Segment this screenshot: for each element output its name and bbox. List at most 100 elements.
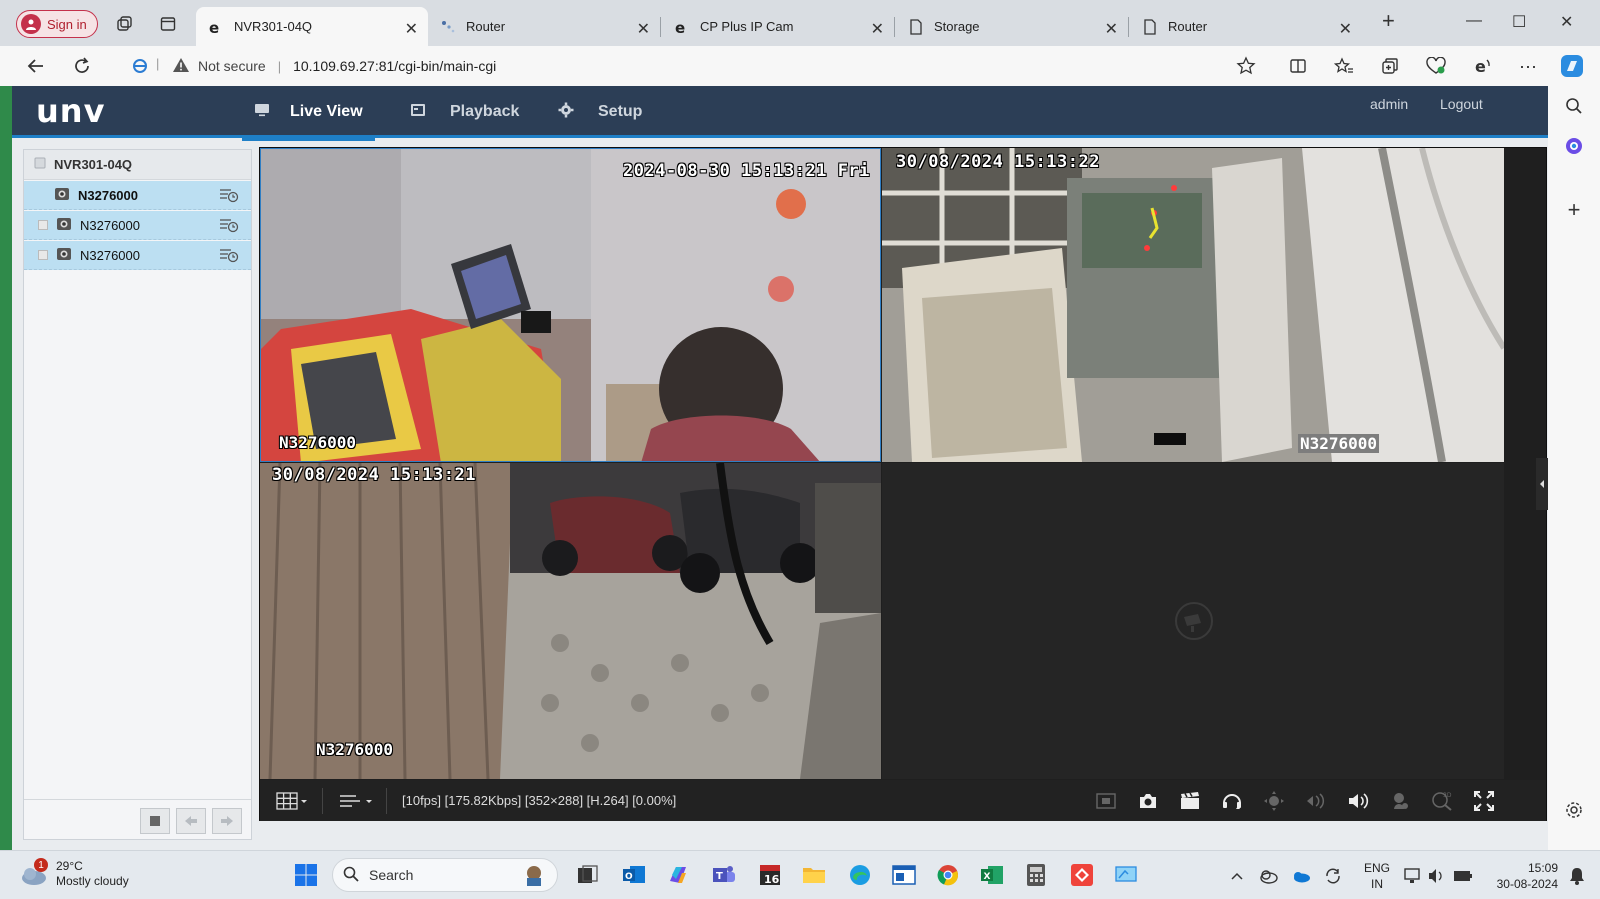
logout-link[interactable]: Logout: [1440, 96, 1483, 112]
calendar-app-icon[interactable]: 16: [756, 861, 784, 889]
window-app-icon[interactable]: [890, 861, 918, 889]
channel-checkbox[interactable]: [38, 220, 48, 230]
file-explorer-icon[interactable]: [800, 861, 828, 889]
video-pane-2[interactable]: 30/08/2024 15:13:22 N3276000: [882, 148, 1504, 462]
onedrive-icon[interactable]: [1290, 865, 1312, 887]
snapshot-camera-icon[interactable]: [1136, 790, 1160, 812]
fullscreen-icon[interactable]: [1472, 790, 1496, 812]
edge-browser-icon[interactable]: [846, 861, 874, 889]
collections-icon[interactable]: [1378, 54, 1402, 78]
windows-start-icon[interactable]: [292, 861, 320, 889]
search-icon[interactable]: [1562, 94, 1586, 118]
ie-reload-icon[interactable]: e: [1470, 54, 1494, 78]
close-tab-icon[interactable]: ✕: [637, 19, 650, 39]
outlook-icon[interactable]: O: [620, 861, 648, 889]
url-bar[interactable]: | Not secure | 10.109.69.27:81/cgi-bin/m…: [120, 50, 1270, 82]
collapse-panel-handle[interactable]: [1536, 458, 1548, 510]
new-tab-icon[interactable]: +: [1382, 8, 1395, 34]
record-schedule-icon[interactable]: [219, 217, 239, 236]
task-view-icon[interactable]: [574, 861, 602, 889]
search-icon: [343, 866, 359, 885]
language-indicator[interactable]: ENG IN: [1362, 860, 1392, 892]
sync-icon[interactable]: [1322, 865, 1344, 887]
calculator-icon[interactable]: [1022, 861, 1050, 889]
browser-essentials-icon[interactable]: [1424, 54, 1448, 78]
menu-live-view[interactable]: Live View: [242, 86, 375, 141]
ie-mode-icon[interactable]: [132, 58, 148, 77]
notification-bell-icon[interactable]: [1566, 865, 1588, 887]
security-label[interactable]: Not secure: [198, 58, 266, 74]
excel-icon[interactable]: X: [978, 861, 1006, 889]
layout-grid-icon[interactable]: [272, 790, 312, 812]
copilot-app-icon[interactable]: [664, 861, 692, 889]
user-link[interactable]: admin: [1370, 96, 1408, 112]
3d-zoom-icon[interactable]: 3D: [1430, 790, 1454, 812]
teams-icon[interactable]: T: [710, 861, 738, 889]
sign-in-button[interactable]: Sign in: [16, 10, 98, 38]
url-text[interactable]: 10.109.69.27:81/cgi-bin/main-cgi: [293, 58, 496, 74]
remote-desktop-icon[interactable]: [1112, 861, 1140, 889]
microphone-icon[interactable]: [1388, 790, 1412, 812]
record-clip-icon[interactable]: [1178, 790, 1202, 812]
add-sidebar-app-icon[interactable]: +: [1562, 197, 1586, 222]
camera-icon: [56, 217, 72, 234]
system-clock[interactable]: 15:09 30-08-2024: [1488, 860, 1558, 892]
copilot-sidebar-icon[interactable]: [1562, 134, 1586, 158]
warning-icon[interactable]: [172, 57, 190, 76]
menu-setup[interactable]: Setup: [558, 86, 642, 138]
svg-text:e: e: [675, 19, 685, 35]
favorites-icon[interactable]: [1332, 54, 1356, 78]
no-video-camera-icon: [1174, 601, 1214, 644]
ptz-control-icon[interactable]: [1262, 790, 1286, 812]
settings-gear-icon[interactable]: [1562, 798, 1586, 822]
channel-checkbox[interactable]: [38, 250, 48, 260]
show-hidden-icons-icon[interactable]: [1226, 865, 1248, 887]
tab-router-2[interactable]: Router ✕: [1130, 7, 1362, 46]
volume-icon[interactable]: [1346, 790, 1370, 812]
stream-type-icon[interactable]: [336, 790, 376, 812]
anydesk-icon[interactable]: [1068, 861, 1096, 889]
maximize-icon[interactable]: ☐: [1512, 12, 1526, 32]
video-pane-1[interactable]: 2024-08-30 15:13:21 Fri N3276000: [260, 148, 881, 462]
back-icon[interactable]: [24, 54, 48, 78]
favorite-star-icon[interactable]: [1236, 56, 1256, 79]
minimize-icon[interactable]: —: [1466, 12, 1482, 30]
display-mode-icon[interactable]: [1094, 790, 1118, 812]
split-screen-icon[interactable]: [1286, 54, 1310, 78]
stop-all-button[interactable]: [140, 808, 170, 834]
more-options-icon[interactable]: ···: [1516, 54, 1540, 78]
speaker-icon[interactable]: [1426, 865, 1448, 887]
close-tab-icon[interactable]: ✕: [1105, 19, 1118, 39]
digital-zoom-icon[interactable]: [1304, 790, 1328, 812]
tab-cp-plus[interactable]: e CP Plus IP Cam ✕: [662, 7, 895, 46]
tab-storage[interactable]: Storage ✕: [896, 7, 1129, 46]
record-schedule-icon[interactable]: [219, 187, 239, 206]
next-page-button[interactable]: [212, 808, 242, 834]
close-tab-icon[interactable]: ✕: [405, 19, 418, 39]
tab-router-1[interactable]: Router ✕: [428, 7, 661, 46]
menu-playback[interactable]: Playback: [410, 86, 519, 138]
close-tab-icon[interactable]: ✕: [1339, 19, 1352, 39]
channel-item[interactable]: N3276000: [24, 181, 251, 210]
channel-item[interactable]: N3276000: [24, 211, 251, 240]
tab-actions-icon[interactable]: [158, 14, 178, 34]
battery-icon[interactable]: [1452, 865, 1474, 887]
audio-talk-icon[interactable]: [1220, 790, 1244, 812]
workspaces-icon[interactable]: [114, 14, 134, 34]
channel-item[interactable]: N3276000: [24, 241, 251, 270]
refresh-icon[interactable]: [70, 54, 94, 78]
close-tab-icon[interactable]: ✕: [871, 19, 884, 39]
previous-page-button[interactable]: [176, 808, 206, 834]
video-pane-3[interactable]: 30/08/2024 15:13:21 N3276000: [260, 463, 881, 779]
taskbar-search[interactable]: Search: [332, 858, 558, 892]
record-schedule-icon[interactable]: [219, 247, 239, 266]
tab-nvr[interactable]: e NVR301-04Q ✕: [196, 7, 428, 46]
video-pane-4-empty[interactable]: [882, 463, 1504, 779]
chrome-icon[interactable]: [934, 861, 962, 889]
copilot-icon[interactable]: [1558, 52, 1586, 80]
weather-widget[interactable]: 1 29°C Mostly cloudy: [20, 858, 129, 889]
cloud-sync-icon[interactable]: [1258, 865, 1280, 887]
tree-root-nvr[interactable]: NVR301-04Q: [24, 150, 251, 180]
close-window-icon[interactable]: ✕: [1560, 12, 1573, 32]
network-icon[interactable]: [1402, 865, 1424, 887]
